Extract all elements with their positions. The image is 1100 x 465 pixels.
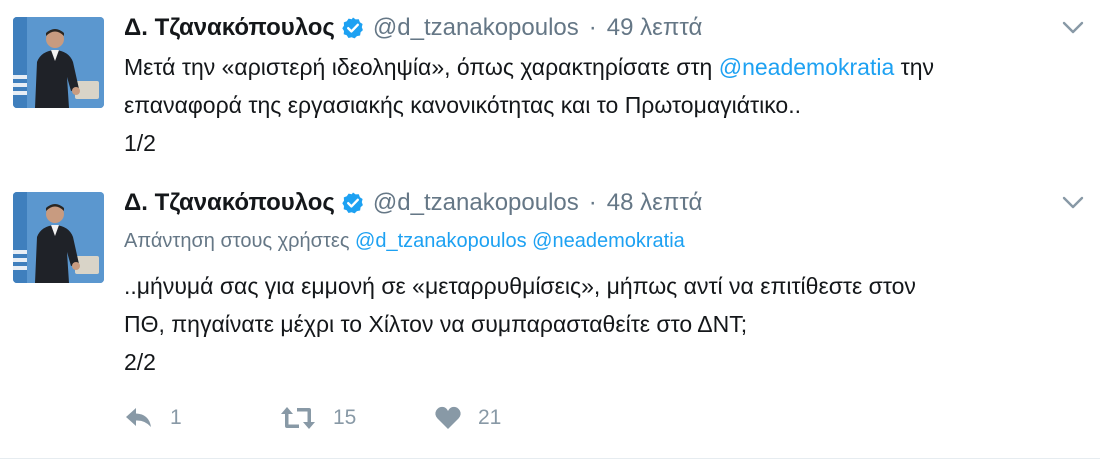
reply-context-label: Απάντηση στους χρήστες [124, 230, 350, 252]
tweet-text-segment: την [894, 54, 935, 80]
retweet-icon [279, 405, 317, 431]
tweet[interactable]: Δ. Τζανακόπουλος @d_tzanakopoulos · 49 λ… [0, 0, 1100, 180]
tweet-text-line: 1/2 [124, 130, 156, 156]
avatar[interactable] [13, 17, 104, 108]
tweet-header: Δ. Τζανακόπουλος @d_tzanakopoulos · 49 λ… [124, 13, 702, 43]
reply-context: Απάντηση στους χρήστες @d_tzanakopoulos … [124, 230, 685, 253]
header-separator: · [588, 14, 597, 41]
retweet-count: 15 [333, 406, 357, 429]
tweet-text: ..μήνυμά σας για εμμονή σε «μεταρρυθμίσε… [124, 267, 1074, 381]
header-separator: · [588, 189, 597, 216]
author-username[interactable]: @d_tzanakopoulos [373, 14, 579, 42]
avatar[interactable] [13, 192, 104, 283]
tweet-timestamp[interactable]: 48 λεπτά [607, 189, 703, 217]
like-count: 21 [478, 406, 502, 429]
tweet[interactable]: Δ. Τζανακόπουλος @d_tzanakopoulos · 48 λ… [0, 180, 1100, 458]
tweet-header: Δ. Τζανακόπουλος @d_tzanakopoulos · 48 λ… [124, 188, 702, 218]
tweet-text-line: 2/2 [124, 349, 156, 375]
reply-button[interactable]: 1 [124, 405, 279, 431]
tweet-text-line: ΠΘ, πηγαίνατε μέχρι το Χίλτον να συμπαρα… [124, 311, 748, 337]
tweet-actions: 1 15 21 [124, 402, 574, 434]
verified-badge-icon [341, 16, 365, 40]
reply-icon [124, 405, 154, 431]
verified-badge-icon [341, 191, 365, 215]
tweet-text-segment: Μετά την «αριστερή ιδεοληψία», όπως χαρα… [124, 54, 719, 80]
divider [0, 458, 1100, 459]
mention-link[interactable]: @neademokratia [532, 230, 685, 252]
author-fullname[interactable]: Δ. Τζανακόπουλος [124, 189, 335, 217]
retweet-button[interactable]: 15 [279, 405, 434, 431]
mention-link[interactable]: @d_tzanakopoulos [355, 230, 527, 252]
author-fullname[interactable]: Δ. Τζανακόπουλος [124, 14, 335, 42]
reply-count: 1 [170, 406, 182, 429]
mention-link[interactable]: @neademokratia [719, 54, 895, 80]
like-button[interactable]: 21 [434, 405, 574, 431]
tweet-text-line: ..μήνυμά σας για εμμονή σε «μεταρρυθμίσε… [124, 273, 916, 299]
tweet-timestamp[interactable]: 49 λεπτά [607, 14, 703, 42]
tweet-text: Μετά την «αριστερή ιδεοληψία», όπως χαρα… [124, 48, 1074, 162]
tweet-text-line: Μετά την «αριστερή ιδεοληψία», όπως χαρα… [124, 48, 1074, 86]
tweet-text-line: επαναφορά της εργασιακής κανονικότητας κ… [124, 92, 802, 118]
heart-icon [434, 405, 462, 431]
chevron-down-icon[interactable] [1060, 189, 1086, 215]
tweet-timeline: Δ. Τζανακόπουλος @d_tzanakopoulos · 49 λ… [0, 0, 1100, 465]
author-username[interactable]: @d_tzanakopoulos [373, 189, 579, 217]
chevron-down-icon[interactable] [1060, 14, 1086, 40]
